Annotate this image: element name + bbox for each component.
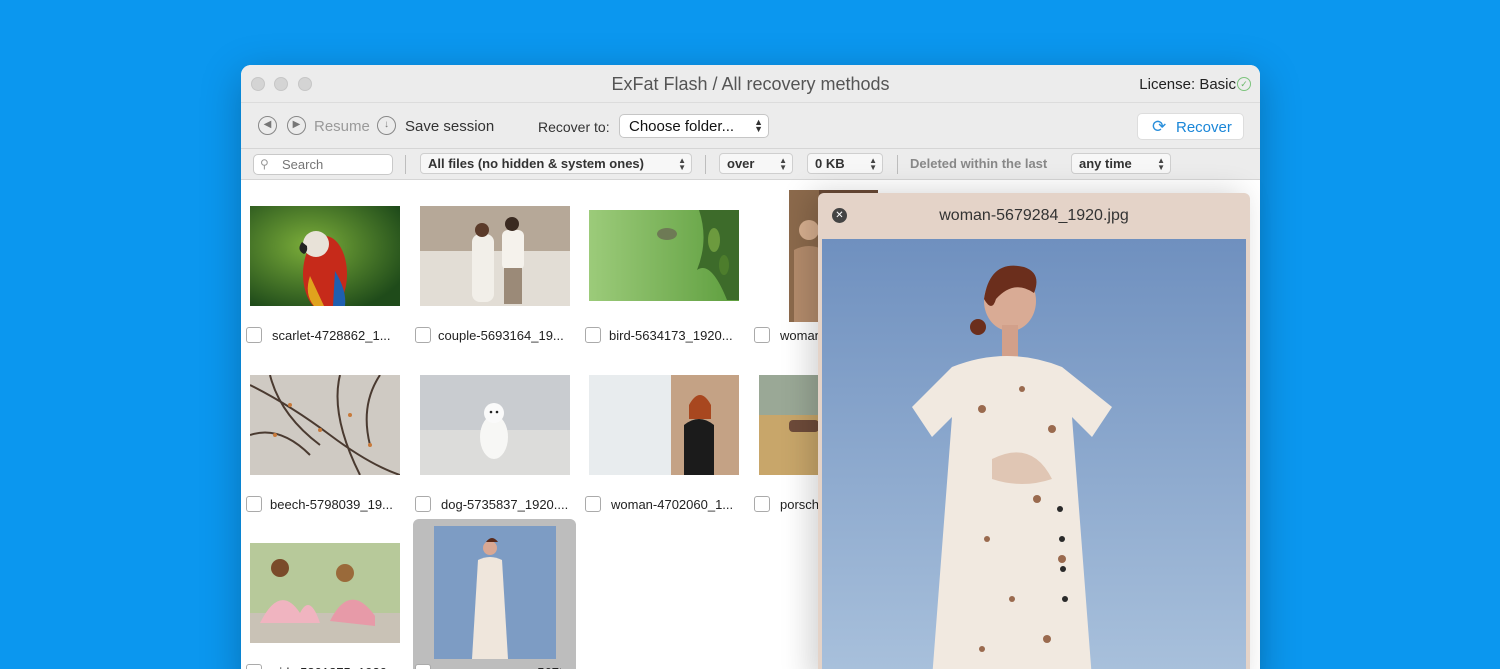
file-name: bird-5634173_1920... (609, 328, 733, 343)
search-icon: ⚲ (260, 157, 269, 171)
recover-to-label: Recover to: (538, 119, 610, 135)
choose-folder-value: Choose folder... (629, 118, 735, 135)
file-name: dog-5735837_1920.... (441, 497, 569, 512)
woman-whiteboard-thumbnail[interactable] (589, 375, 739, 475)
title-bar: ExFat Flash / All recovery methods Licen… (241, 65, 1260, 103)
recover-button-label: Recover (1176, 119, 1232, 136)
deleted-within-label: Deleted within the last (910, 156, 1048, 171)
size-operator-value: over (727, 156, 755, 171)
filter-bar: ⚲ All files (no hidden & system ones) ▲▼… (241, 149, 1260, 180)
recover-button[interactable]: ⟳ Recover (1137, 113, 1244, 140)
file-name: couple-5693164_19... (438, 328, 564, 343)
download-icon[interactable]: ↓ (377, 116, 396, 135)
file-type-select[interactable]: All files (no hidden & system ones) ▲ ▼ (420, 153, 692, 174)
file-checkbox[interactable] (415, 327, 431, 343)
size-operator-select[interactable]: over ▲ ▼ (719, 153, 793, 174)
file-name: woman-5679284_1 (491, 665, 561, 669)
image-preview-panel: ✕ woman-5679284_1920.jpg (818, 193, 1250, 669)
dog-thumbnail[interactable] (420, 375, 570, 475)
file-checkbox[interactable] (585, 496, 601, 512)
deleted-within-value: any time (1079, 156, 1132, 171)
file-name: woman-4702060_1... (611, 497, 734, 512)
save-session-button[interactable]: Save session (405, 118, 494, 135)
file-checkbox[interactable] (585, 327, 601, 343)
bird-thumbnail[interactable] (589, 210, 739, 301)
file-name: porsch (780, 497, 820, 512)
beech-thumbnail[interactable] (250, 375, 400, 475)
file-type-value: All files (no hidden & system ones) (428, 156, 644, 171)
window-title: ExFat Flash / All recovery methods (611, 74, 890, 94)
couple-thumbnail[interactable] (420, 206, 570, 306)
preview-filename: woman-5679284_1920.jpg (939, 207, 1129, 224)
play-icon[interactable]: ▶ (287, 116, 306, 135)
file-checkbox[interactable] (754, 327, 770, 343)
file-name: beech-5798039_19... (270, 497, 393, 512)
file-name: scarlet-4728862_1... (272, 328, 391, 343)
license-label[interactable]: License: Basic (1139, 76, 1236, 93)
chevron-updown-icon: ▲ ▼ (779, 156, 787, 172)
refresh-icon: ⟳ (1152, 117, 1167, 136)
resume-button[interactable]: Resume (314, 118, 370, 135)
file-checkbox[interactable] (415, 496, 431, 512)
check-circle-icon: ✓ (1237, 77, 1251, 91)
chevron-updown-icon: ▲ ▼ (754, 117, 763, 134)
file-checkbox[interactable] (415, 664, 431, 669)
file-name: woman (780, 328, 820, 343)
search-field[interactable]: ⚲ (253, 154, 393, 175)
back-icon[interactable]: ◀ (258, 116, 277, 135)
size-value-select[interactable]: 0 KB ▲ ▼ (807, 153, 883, 174)
divider (405, 155, 406, 174)
size-value: 0 KB (815, 156, 845, 171)
toolbar: ◀ ▶ Resume ↓ Save session Recover to: Ch… (241, 103, 1260, 149)
chevron-updown-icon: ▲ ▼ (1157, 156, 1165, 172)
chevron-updown-icon: ▲ ▼ (869, 156, 877, 172)
file-checkbox[interactable] (754, 496, 770, 512)
file-checkbox[interactable] (246, 496, 262, 512)
deleted-within-select[interactable]: any time ▲ ▼ (1071, 153, 1171, 174)
file-checkbox[interactable] (246, 664, 262, 669)
woman-dress-thumbnail[interactable] (434, 526, 556, 659)
file-checkbox[interactable] (246, 327, 262, 343)
chevron-updown-icon: ▲ ▼ (678, 156, 686, 172)
divider (705, 155, 706, 174)
file-name: girls-5801875_1920 (272, 665, 402, 669)
choose-folder-select[interactable]: Choose folder... ▲ ▼ (619, 114, 769, 138)
parrot-thumbnail[interactable] (250, 206, 400, 306)
search-input[interactable] (282, 157, 386, 172)
girls-thumbnail[interactable] (250, 543, 400, 643)
divider (897, 155, 898, 174)
preview-image (822, 239, 1246, 669)
porsche-thumbnail[interactable] (759, 375, 819, 475)
